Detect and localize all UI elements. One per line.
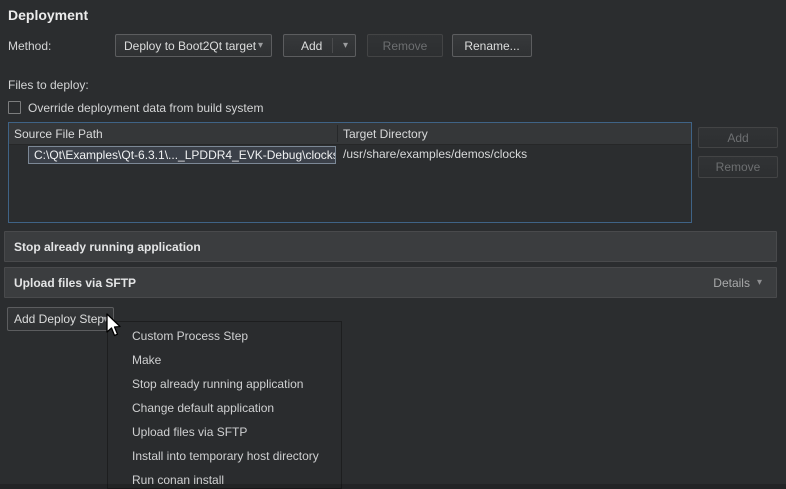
method-select[interactable]: Deploy to Boot2Qt target ▾ xyxy=(115,34,272,57)
rename-method-button[interactable]: Rename... xyxy=(452,34,532,57)
menu-item-upload-sftp[interactable]: Upload files via SFTP xyxy=(108,420,341,444)
rename-method-button-label: Rename... xyxy=(464,39,519,53)
menu-item-change-default-application[interactable]: Change default application xyxy=(108,396,341,420)
chevron-down-icon: ▾ xyxy=(757,277,762,288)
column-header-source[interactable]: Source File Path xyxy=(9,123,337,145)
override-checkbox-label[interactable]: Override deployment data from build syst… xyxy=(28,101,263,115)
step-bar-stop-application[interactable]: Stop already running application xyxy=(4,231,777,262)
add-method-button-label: Add xyxy=(301,39,322,53)
chevron-down-icon[interactable]: ▾ xyxy=(343,40,348,51)
target-directory-cell[interactable]: /usr/share/examples/demos/clocks xyxy=(343,147,527,161)
method-label: Method: xyxy=(8,39,51,53)
step-bar-upload-sftp[interactable]: Upload files via SFTP Details ▾ xyxy=(4,267,777,298)
menu-item-custom-process-step[interactable]: Custom Process Step xyxy=(108,324,341,348)
add-file-button: Add xyxy=(698,127,778,148)
method-select-value: Deploy to Boot2Qt target xyxy=(124,39,256,53)
remove-method-button-label: Remove xyxy=(383,39,428,53)
add-deploy-step-menu: Custom Process Step Make Stop already ru… xyxy=(107,321,342,489)
menu-item-make[interactable]: Make xyxy=(108,348,341,372)
column-header-target[interactable]: Target Directory xyxy=(338,123,691,145)
menu-item-stop-application[interactable]: Stop already running application xyxy=(108,372,341,396)
step-bar-title: Upload files via SFTP xyxy=(14,276,136,290)
split-divider xyxy=(332,38,333,53)
details-toggle[interactable]: Details ▾ xyxy=(713,276,762,290)
panel-bottom-edge xyxy=(0,484,786,489)
remove-file-button: Remove xyxy=(698,156,778,178)
menu-item-install-temp-host-dir[interactable]: Install into temporary host directory xyxy=(108,444,341,468)
deploy-files-table[interactable]: Source File Path Target Directory C:\Qt\… xyxy=(8,122,692,223)
step-bar-title: Stop already running application xyxy=(14,240,201,254)
chevron-down-icon: ▾ xyxy=(258,40,263,51)
add-file-button-label: Add xyxy=(727,131,748,145)
remove-file-button-label: Remove xyxy=(716,160,761,174)
deployment-settings-panel: Deployment Method: Deploy to Boot2Qt tar… xyxy=(0,0,786,489)
column-divider xyxy=(337,125,338,142)
details-label: Details xyxy=(713,276,750,290)
remove-method-button: Remove xyxy=(367,34,443,57)
add-deploy-step-label: Add Deploy Step xyxy=(14,312,104,326)
override-checkbox[interactable] xyxy=(8,101,21,114)
files-to-deploy-label: Files to deploy: xyxy=(8,78,89,92)
table-header: Source File Path Target Directory xyxy=(9,123,691,145)
source-path-cell[interactable]: C:\Qt\Examples\Qt-6.3.1\..._LPDDR4_EVK-D… xyxy=(28,146,336,164)
page-title: Deployment xyxy=(8,7,88,23)
add-deploy-step-button[interactable]: Add Deploy Step ▾ xyxy=(7,307,114,331)
add-method-button[interactable]: Add ▾ xyxy=(283,34,356,57)
